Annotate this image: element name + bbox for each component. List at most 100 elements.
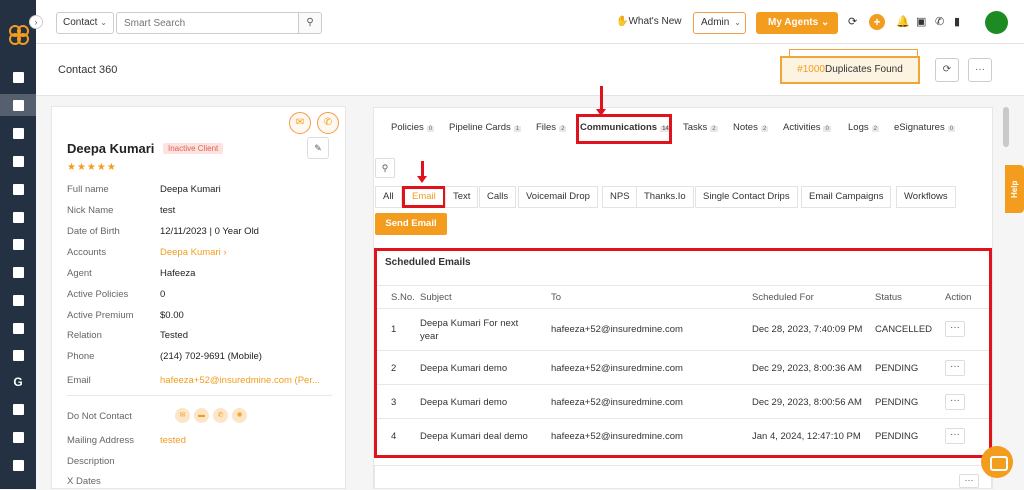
subtab-nps[interactable]: NPS (602, 186, 638, 208)
dnc-all-icon[interactable]: ✺ (232, 408, 247, 423)
search-icon: ⚲ (381, 163, 389, 173)
calendar-icon[interactable] (0, 426, 36, 448)
filter-icon[interactable] (0, 233, 36, 255)
chat-icon[interactable] (981, 446, 1013, 478)
send-email-button[interactable]: Send Email (375, 213, 447, 235)
user-avatar[interactable] (985, 11, 1008, 34)
dnc-email-icon[interactable]: ✉ (175, 408, 190, 423)
subtab-all[interactable]: All (375, 186, 402, 208)
field-value: 12/11/2023 | 0 Year Old (160, 226, 259, 237)
search-communications-button[interactable]: ⚲ (375, 158, 395, 178)
cell-sno: 1 (391, 324, 397, 335)
cell-sno: 3 (391, 397, 397, 408)
tab-label: eSignatures (894, 122, 945, 133)
subtab-email-campaigns[interactable]: Email Campaigns (801, 186, 892, 208)
rating-stars[interactable]: ★★★★★ (67, 162, 117, 173)
dnc-text-icon[interactable]: ▬ (194, 408, 209, 423)
table-row: 3 Deepa Kumari demo hafeeza+52@insuredmi… (377, 385, 989, 419)
tab-label: Policies (391, 122, 424, 133)
expand-sidebar-icon[interactable]: › (29, 15, 43, 29)
tab-count: 2 (559, 126, 567, 132)
tab-tasks[interactable]: Tasks 2 (683, 122, 718, 133)
search-button[interactable]: ⚲ (298, 12, 322, 34)
tab-esignatures[interactable]: eSignatures 0 (894, 122, 956, 133)
subtab-workflows[interactable]: Workflows (896, 186, 956, 208)
refresh-button[interactable]: ⟳ (935, 58, 959, 82)
subtab-voicemail-drop[interactable]: Voicemail Drop (518, 186, 598, 208)
row-action-button[interactable]: ··· (945, 394, 965, 410)
tab-files[interactable]: Files 2 (536, 122, 567, 133)
email-link[interactable]: hafeeza+52@insuredmine.com (Per... (160, 375, 320, 386)
whats-new-link[interactable]: ✋What's New (616, 16, 682, 27)
field-value: (214) 702-9691 (Mobile) (160, 351, 262, 362)
list-icon[interactable] (0, 178, 36, 200)
dnc-phone-icon[interactable]: ✆ (213, 408, 228, 423)
field-label: Phone (67, 351, 95, 362)
row-action-button[interactable]: ··· (945, 321, 965, 337)
mail-icon[interactable] (0, 454, 36, 476)
my-agents-button[interactable]: My Agents ⌄ (756, 12, 838, 34)
documents-icon[interactable] (0, 122, 36, 144)
field-description: Description (67, 456, 337, 470)
tab-count: 0 (823, 126, 831, 132)
smart-search-input[interactable] (116, 12, 298, 34)
messages-icon[interactable]: ▣ (916, 15, 926, 28)
bell-icon[interactable]: 🔔 (896, 15, 910, 28)
refresh-icon[interactable]: ⟳ (848, 15, 857, 28)
more-options-button[interactable]: ··· (968, 58, 992, 82)
annotation-arrow-icon (596, 86, 606, 116)
row-action-button[interactable]: ··· (945, 360, 965, 376)
scrollbar[interactable] (1003, 107, 1009, 147)
field-nick-name: Nick Name test (67, 205, 337, 219)
status-badge: Inactive Client (163, 143, 224, 154)
subtab-single-contact-drips[interactable]: Single Contact Drips (695, 186, 798, 208)
add-button[interactable]: + (869, 14, 885, 30)
report-icon[interactable] (0, 289, 36, 311)
subtab-text[interactable]: Text (445, 186, 479, 208)
cell-status: CANCELLED (875, 324, 933, 335)
app-logo-icon[interactable] (8, 24, 30, 46)
edit-contact-button[interactable]: ✎ (307, 137, 329, 159)
call-contact-button[interactable]: ✆ (317, 112, 339, 134)
column-header: Status (875, 292, 902, 303)
tab-label: Tasks (683, 122, 708, 133)
tab-policies[interactable]: Policies 0 (391, 122, 435, 133)
help-tab[interactable]: Help (1005, 165, 1024, 213)
field-phone: Phone (214) 702-9691 (Mobile) (67, 351, 337, 365)
subtab-calls[interactable]: Calls (479, 186, 517, 208)
contact-card-icon[interactable] (0, 206, 36, 228)
folder-icon[interactable] (0, 344, 36, 366)
google-icon[interactable]: G (0, 371, 36, 393)
calculator-icon[interactable] (0, 398, 36, 420)
more-icon[interactable]: ··· (959, 474, 979, 488)
tab-notes[interactable]: Notes 2 (733, 122, 769, 133)
tab-activities[interactable]: Activities 0 (783, 122, 831, 133)
contacts-icon[interactable] (0, 94, 36, 116)
tab-pipeline-cards[interactable]: Pipeline Cards 1 (449, 122, 522, 133)
section-title: Scheduled Emails (385, 257, 471, 268)
megaphone-icon[interactable] (0, 261, 36, 283)
tab-logs[interactable]: Logs 2 (848, 122, 879, 133)
cell-to: hafeeza+52@insuredmine.com (551, 363, 683, 374)
entity-select[interactable]: Contact ⌄ (56, 12, 114, 34)
tab-count: 2 (710, 126, 718, 132)
account-link[interactable]: Deepa Kumari › (160, 247, 227, 258)
subtab-email[interactable]: Email (402, 186, 446, 208)
duplicates-found-button[interactable]: #1000Duplicates Found (780, 49, 920, 84)
phone-icon[interactable]: ✆ (935, 15, 944, 28)
dashboard-icon[interactable] (0, 66, 36, 88)
subtab-thanks-io[interactable]: Thanks.Io (636, 186, 694, 208)
row-action-button[interactable]: ··· (945, 428, 965, 444)
highlight-box-communications (576, 114, 672, 144)
tab-label: Files (536, 122, 557, 133)
chart-icon[interactable] (0, 317, 36, 339)
field-label: Description (67, 456, 115, 467)
mobile-icon[interactable]: ▮ (954, 15, 960, 28)
email-contact-button[interactable]: ✉ (289, 112, 311, 134)
bank-icon[interactable] (0, 150, 36, 172)
table-row: 1 Deepa Kumari For next year hafeeza+52@… (377, 309, 989, 351)
admin-label: Admin (701, 17, 730, 28)
admin-dropdown[interactable]: Admin ⌄ (693, 12, 746, 34)
cell-sno: 2 (391, 363, 397, 374)
field-label: Agent (67, 268, 92, 279)
